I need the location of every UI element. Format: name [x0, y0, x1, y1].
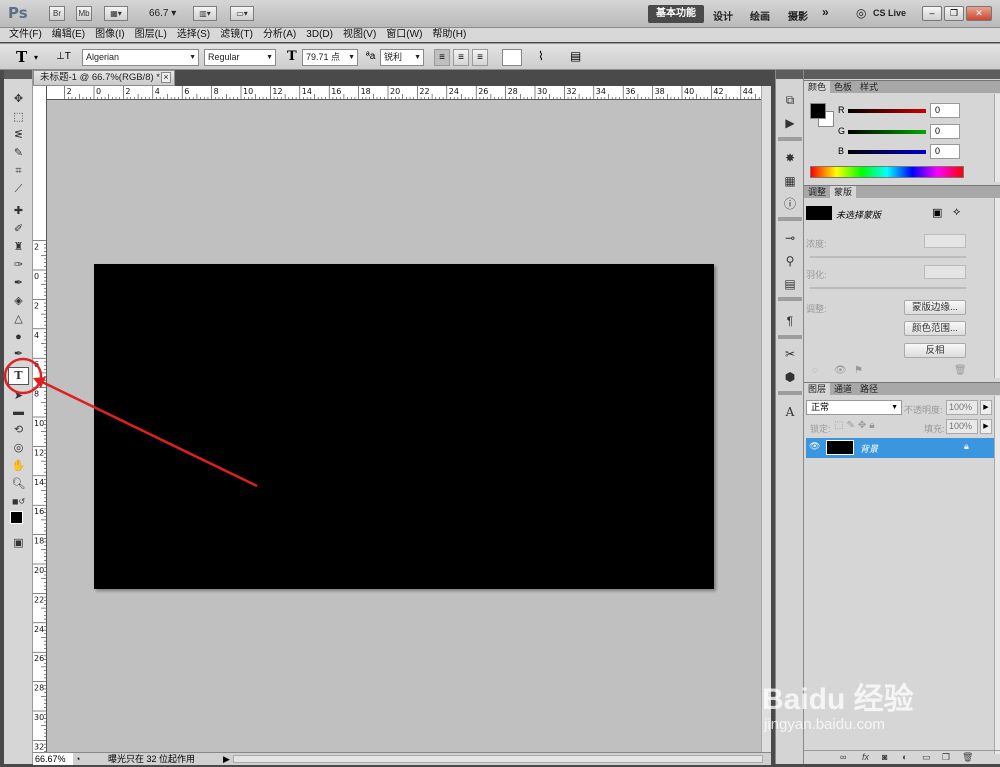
paragraph-panel-icon[interactable]: ¶ — [781, 313, 799, 329]
tab-styles[interactable]: 样式 — [856, 81, 882, 93]
dock-separator — [778, 391, 802, 395]
feather-slider[interactable] — [810, 287, 966, 289]
dock-separator — [778, 297, 802, 301]
navigator-panel-icon[interactable]: ✸ — [781, 150, 799, 166]
delete-layer-icon[interactable]: 🗑︎ — [962, 751, 973, 764]
green-channel-value[interactable]: 0 — [930, 124, 960, 139]
tools-3d-panel-icon[interactable]: ✂ — [781, 346, 799, 362]
tool-presets-panel-icon[interactable]: ▤ — [781, 276, 799, 292]
opacity-label: 不透明度: — [904, 405, 943, 415]
density-field[interactable] — [924, 234, 966, 248]
color-panel-tabs: 颜色 色板 样式 — [804, 80, 1000, 93]
panel-dock: ⧉ ▶ ✸ ▦ ⓘ ⊸ ⚲ ▤ ¶ ✂ ⬢ A — [775, 70, 804, 764]
green-channel-bar[interactable] — [848, 130, 926, 134]
adjustment-layer-icon[interactable]: ◐ — [902, 751, 907, 764]
new-layer-icon[interactable]: ❐ — [942, 751, 950, 764]
annotation-arrow — [37, 378, 258, 488]
fill-arrow[interactable]: ▶ — [980, 419, 992, 434]
tab-masks[interactable]: 蒙版 — [830, 186, 857, 198]
mask-panel-scrollbar[interactable] — [994, 198, 1000, 378]
panels-header[interactable] — [804, 70, 1000, 79]
refine-label: 调整: — [806, 304, 827, 314]
color-spectrum-ramp[interactable] — [810, 166, 964, 178]
fill-field[interactable]: 100% — [946, 419, 978, 434]
tab-channels[interactable]: 通道 — [830, 383, 856, 395]
invert-button[interactable]: 反相 — [904, 343, 966, 358]
annotation-circle — [3, 357, 43, 395]
layers-panel-footer: ∞ fx ◙ ◐ ▭ ❐ 🗑︎ — [804, 750, 1000, 764]
tab-layers[interactable]: 图层 — [804, 383, 831, 395]
layer-visibility-eye-icon[interactable]: 👁︎ — [809, 441, 820, 452]
delete-mask-icon[interactable]: 🗑︎ — [954, 365, 967, 376]
red-channel-value[interactable]: 0 — [930, 103, 960, 118]
tab-paths[interactable]: 路径 — [856, 383, 882, 395]
mask-thumbnail — [806, 206, 832, 220]
mask-edge-button[interactable]: 蒙版边缘... — [904, 300, 966, 315]
color-range-button[interactable]: 颜色范围... — [904, 321, 966, 336]
blue-channel-value[interactable]: 0 — [930, 144, 960, 159]
character-panel-icon[interactable]: A — [781, 404, 799, 420]
info-panel-icon[interactable]: ⓘ — [781, 196, 799, 212]
color-panel-scrollbar[interactable] — [994, 94, 1000, 182]
vector-mask-icon[interactable]: ⟡ — [953, 206, 960, 219]
tab-color[interactable]: 颜色 — [804, 81, 831, 93]
blend-mode-dropdown[interactable]: 正常 ▼ — [806, 400, 902, 415]
layer-style-icon[interactable]: fx — [862, 751, 869, 764]
lock-label: 锁定: — [810, 424, 831, 434]
density-slider[interactable] — [810, 256, 966, 258]
layers-panel-tabs: 图层 通道 路径 — [804, 382, 1000, 395]
link-layers-icon[interactable]: ∞ — [840, 751, 846, 764]
right-panels: 颜色 色板 样式 R 0 G 0 B 0 调整 蒙版 未选择蒙版 ▣ ⟡ 浓度: 羽化… — [804, 70, 1000, 764]
layers-panel-scrollbar[interactable] — [994, 396, 1000, 754]
layer-name[interactable]: 背景 — [860, 442, 878, 455]
disable-mask-icon[interactable]: ⚑ — [854, 365, 863, 376]
red-channel-bar[interactable] — [848, 109, 926, 113]
new-group-icon[interactable]: ▭ — [922, 751, 931, 764]
tab-swatches[interactable]: 色板 — [830, 81, 856, 93]
dock-separator — [778, 137, 802, 141]
load-selection-icon[interactable]: ◌ — [812, 365, 818, 376]
density-label: 浓度: — [806, 239, 827, 249]
feather-label: 羽化: — [806, 270, 827, 280]
histogram-panel-icon[interactable]: ▦ — [781, 173, 799, 189]
opacity-field[interactable]: 100% — [946, 400, 978, 415]
layer-lock-icon: 🔒︎ — [964, 441, 969, 451]
lock-icons[interactable]: ⬚✎✥🔒︎ — [834, 420, 878, 431]
blue-channel-bar[interactable] — [848, 150, 926, 154]
opacity-arrow[interactable]: ▶ — [980, 400, 992, 415]
layer-thumbnail — [826, 440, 854, 455]
no-mask-label: 未选择蒙版 — [836, 210, 882, 220]
dock-separator — [778, 217, 802, 221]
mask-panel-tabs: 调整 蒙版 — [804, 185, 1000, 198]
3d-panel-icon[interactable]: ⬢ — [781, 369, 799, 385]
foreground-color-box[interactable] — [810, 103, 826, 119]
layer-row-background[interactable]: 👁︎ 背景 🔒︎ — [806, 438, 994, 458]
dock-header[interactable] — [776, 70, 803, 79]
dock-separator — [778, 335, 802, 339]
add-mask-icon[interactable]: ◙ — [882, 751, 887, 764]
history-panel-icon[interactable]: ⧉ — [781, 92, 799, 108]
actions-panel-icon[interactable]: ▶ — [781, 115, 799, 131]
clone-source-panel-icon[interactable]: ⚲ — [781, 253, 799, 269]
brushes-panel-icon[interactable]: ⊸ — [781, 230, 799, 246]
apply-mask-icon[interactable]: 👁︎ — [834, 365, 847, 376]
pixel-mask-icon[interactable]: ▣ — [932, 206, 942, 219]
tab-adjustments[interactable]: 调整 — [804, 186, 830, 198]
fill-label: 填充: — [924, 424, 945, 434]
feather-field[interactable] — [924, 265, 966, 279]
